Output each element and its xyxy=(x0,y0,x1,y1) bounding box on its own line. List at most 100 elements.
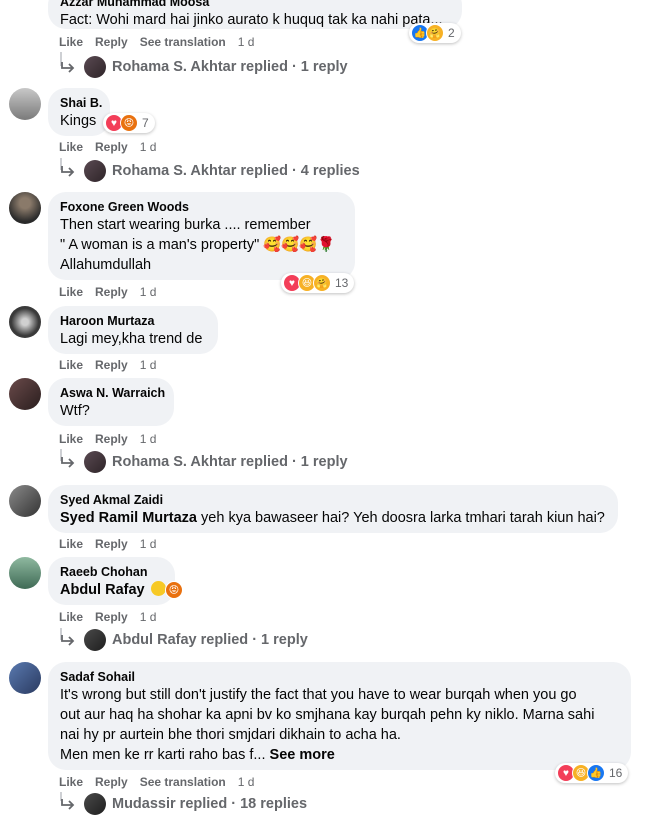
comment-text: Wtf? xyxy=(60,403,90,419)
reply-button[interactable]: Reply xyxy=(95,140,128,154)
like-button[interactable]: Like xyxy=(59,285,83,299)
reply-arrow-icon xyxy=(61,799,75,810)
reply-arrow-icon xyxy=(61,457,75,468)
comment-bubble: Foxone Green Woods Then start wearing bu… xyxy=(48,192,355,280)
avatar xyxy=(84,629,106,651)
reply-arrow-icon xyxy=(61,166,75,177)
comment-author[interactable]: Sadaf Sohail xyxy=(60,669,619,685)
reply-summary: Rohama S. Akhtar replied · 1 reply xyxy=(112,454,348,470)
see-more-link[interactable]: See more xyxy=(270,747,335,763)
comment-bubble: Aswa N. Warraich Wtf? xyxy=(48,378,174,426)
comment-bubble: Raeeb Chohan Abdul Rafay xyxy=(48,557,175,605)
reaction-count: 16 xyxy=(609,766,623,780)
view-replies-link[interactable]: Abdul Rafay replied · 1 reply xyxy=(60,629,308,651)
mention-link[interactable]: Syed Ramil Murtaza xyxy=(60,510,197,526)
avatar[interactable] xyxy=(9,306,41,338)
comment-text: It's wrong but still don't justify the f… xyxy=(60,687,577,703)
comment-text: Men men ke rr karti raho bas f... See mo… xyxy=(60,745,619,765)
reaction-count: 2 xyxy=(448,26,455,40)
comment-body: Men men ke rr karti raho bas f... xyxy=(60,747,266,763)
reply-button[interactable]: Reply xyxy=(95,358,128,372)
reply-button[interactable]: Reply xyxy=(95,35,128,49)
comment-author[interactable]: Shai B. xyxy=(60,95,102,111)
avatar[interactable] xyxy=(9,88,41,120)
reply-button[interactable]: Reply xyxy=(95,285,128,299)
reaction-summary[interactable]: ♥ 😆 👍 16 xyxy=(555,763,629,783)
comment-author[interactable]: Syed Akmal Zaidi xyxy=(60,492,606,508)
like-button[interactable]: Like xyxy=(59,140,83,154)
comment-text: Then start wearing burka .... remember xyxy=(60,217,311,233)
care-reaction-icon: 🤗 xyxy=(426,24,444,42)
comment-author[interactable]: Haroon Murtaza xyxy=(60,313,206,329)
timestamp[interactable]: 1 d xyxy=(238,35,255,49)
reaction-summary[interactable]: ♥ 😆 🤗 13 xyxy=(281,273,355,293)
like-button[interactable]: Like xyxy=(59,610,83,624)
comment-bubble: Shai B. Kings xyxy=(48,88,110,136)
avatar[interactable] xyxy=(9,662,41,694)
comment-actions: Like Reply 1 d xyxy=(59,432,168,446)
reaction-summary[interactable]: ♥ 😡 7 xyxy=(103,113,155,133)
reply-summary: Rohama S. Akhtar replied · 1 reply xyxy=(112,59,348,75)
see-translation-link[interactable]: See translation xyxy=(140,35,226,49)
comment-body: yeh kya bawaseer hai? Yeh doosra larka t… xyxy=(201,510,605,526)
comment-bubble: Sadaf Sohail It's wrong but still don't … xyxy=(48,662,631,770)
angry-reaction-icon[interactable]: 😡 xyxy=(165,581,183,599)
view-replies-link[interactable]: Rohama S. Akhtar replied · 1 reply xyxy=(60,56,348,78)
comment-author[interactable]: Foxone Green Woods xyxy=(60,199,343,215)
reply-summary: Abdul Rafay replied · 1 reply xyxy=(112,632,308,648)
like-button[interactable]: Like xyxy=(59,432,83,446)
view-replies-link[interactable]: Rohama S. Akhtar replied · 4 replies xyxy=(60,160,360,182)
comment-actions: Like Reply 1 d xyxy=(59,285,168,299)
timestamp[interactable]: 1 d xyxy=(140,537,157,551)
reaction-count: 7 xyxy=(142,116,149,130)
avatar[interactable] xyxy=(9,485,41,517)
reply-button[interactable]: Reply xyxy=(95,775,128,789)
comment-text: Allahumdullah xyxy=(60,257,152,273)
comment-text: out aur haq ha shohar ka apni bv ko smjh… xyxy=(60,707,595,723)
like-button[interactable]: Like xyxy=(59,537,83,551)
reply-button[interactable]: Reply xyxy=(95,610,128,624)
comment-author[interactable]: Raeeb Chohan xyxy=(60,564,163,580)
comment-actions: Like Reply 1 d xyxy=(59,537,168,551)
timestamp[interactable]: 1 d xyxy=(238,775,255,789)
like-button[interactable]: Like xyxy=(59,35,83,49)
avatar[interactable] xyxy=(9,557,41,589)
comment-bubble: Azzar Muhammad Moosa Fact: Wohi mard hai… xyxy=(48,0,462,29)
like-button[interactable]: Like xyxy=(59,358,83,372)
avatar xyxy=(84,160,106,182)
care-reaction-icon: 🤗 xyxy=(313,274,331,292)
reaction-summary[interactable]: 👍 🤗 2 xyxy=(409,23,461,43)
avatar[interactable] xyxy=(9,192,41,224)
reply-button[interactable]: Reply xyxy=(95,537,128,551)
avatar xyxy=(84,56,106,78)
comment-bubble: Haroon Murtaza Lagi mey,kha trend de xyxy=(48,306,218,354)
comment-text: Lagi mey,kha trend de xyxy=(60,331,203,347)
comment-text: " A woman is a man's property" 🥰🥰🥰🌹 xyxy=(60,237,336,253)
timestamp[interactable]: 1 d xyxy=(140,432,157,446)
comment-text: Syed Ramil Murtaza yeh kya bawaseer hai?… xyxy=(60,508,606,528)
view-replies-link[interactable]: Rohama S. Akhtar replied · 1 reply xyxy=(60,451,348,473)
like-reaction-icon: 👍 xyxy=(587,764,605,782)
comment-text: Kings xyxy=(60,113,97,129)
reply-summary: Rohama S. Akhtar replied · 4 replies xyxy=(112,163,360,179)
timestamp[interactable]: 1 d xyxy=(140,358,157,372)
comment-author[interactable]: Aswa N. Warraich xyxy=(60,385,165,401)
timestamp[interactable]: 1 d xyxy=(140,610,157,624)
view-replies-link[interactable]: Mudassir replied · 18 replies xyxy=(60,793,307,815)
angry-reaction-icon: 😡 xyxy=(120,114,138,132)
comment-text: Fact: Wohi mard hai jinko aurato k huquq… xyxy=(60,12,443,28)
mention-link[interactable]: Abdul Rafay xyxy=(60,582,145,598)
reaction-count: 13 xyxy=(335,276,349,290)
see-translation-link[interactable]: See translation xyxy=(140,775,226,789)
reply-button[interactable]: Reply xyxy=(95,432,128,446)
timestamp[interactable]: 1 d xyxy=(140,285,157,299)
comment-actions: Like Reply See translation 1 d xyxy=(59,35,266,49)
avatar[interactable] xyxy=(9,378,41,410)
smile-emoji-icon xyxy=(150,581,166,596)
comment-author[interactable]: Azzar Muhammad Moosa xyxy=(60,0,450,10)
comment-text: Abdul Rafay xyxy=(60,580,166,600)
timestamp[interactable]: 1 d xyxy=(140,140,157,154)
comment-actions: Like Reply 1 d xyxy=(59,140,168,154)
like-button[interactable]: Like xyxy=(59,775,83,789)
avatar xyxy=(84,793,106,815)
